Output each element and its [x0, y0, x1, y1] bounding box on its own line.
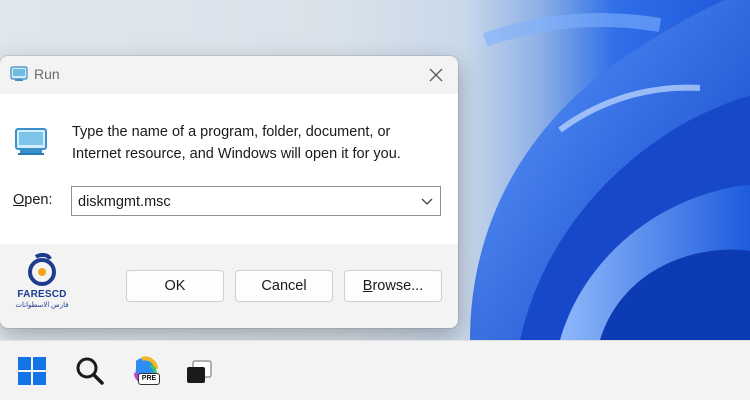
- description-line-2: Internet resource, and Windows will open…: [72, 146, 401, 162]
- dialog-content: Type the name of a program, folder, docu…: [0, 94, 458, 244]
- open-label-mnemonic: O: [13, 192, 25, 208]
- windows-start-icon: [18, 357, 46, 385]
- cancel-button[interactable]: Cancel: [235, 270, 333, 302]
- close-button[interactable]: [420, 62, 452, 88]
- task-view-button[interactable]: [184, 355, 216, 387]
- chevron-down-icon[interactable]: [420, 195, 434, 207]
- farescd-logo-icon: [28, 252, 56, 286]
- ok-button[interactable]: OK: [126, 270, 224, 302]
- dialog-description: Type the name of a program, folder, docu…: [72, 121, 442, 165]
- watermark-name: FARESCD: [17, 289, 67, 300]
- run-icon: [10, 66, 28, 81]
- copilot-pre-badge: PRE: [138, 373, 160, 385]
- open-label: Open:: [13, 192, 53, 208]
- open-input[interactable]: [78, 192, 408, 212]
- start-button[interactable]: [16, 355, 48, 387]
- task-view-icon: [187, 360, 212, 383]
- open-combobox[interactable]: [71, 186, 441, 216]
- taskbar-search-button[interactable]: [74, 355, 106, 387]
- title-bar[interactable]: Run: [0, 56, 458, 94]
- watermark-logo: FARESCD فارس الاسطوانات: [14, 252, 70, 313]
- open-label-text: pen:: [24, 192, 53, 208]
- watermark-subtitle: فارس الاسطوانات: [15, 302, 69, 309]
- dialog-title: Run: [34, 66, 60, 82]
- run-program-icon: [15, 128, 47, 155]
- search-icon: [76, 357, 104, 385]
- browse-label-mnemonic: B: [362, 278, 373, 294]
- description-line-1: Type the name of a program, folder, docu…: [72, 124, 391, 140]
- close-icon: [429, 68, 443, 82]
- taskbar: PRE: [0, 340, 750, 400]
- browse-label-text: rowse...: [372, 278, 424, 294]
- run-dialog: Run Type the name of a program, folder, …: [0, 56, 458, 328]
- browse-button[interactable]: Browse...: [344, 270, 442, 302]
- copilot-button[interactable]: PRE: [130, 355, 162, 387]
